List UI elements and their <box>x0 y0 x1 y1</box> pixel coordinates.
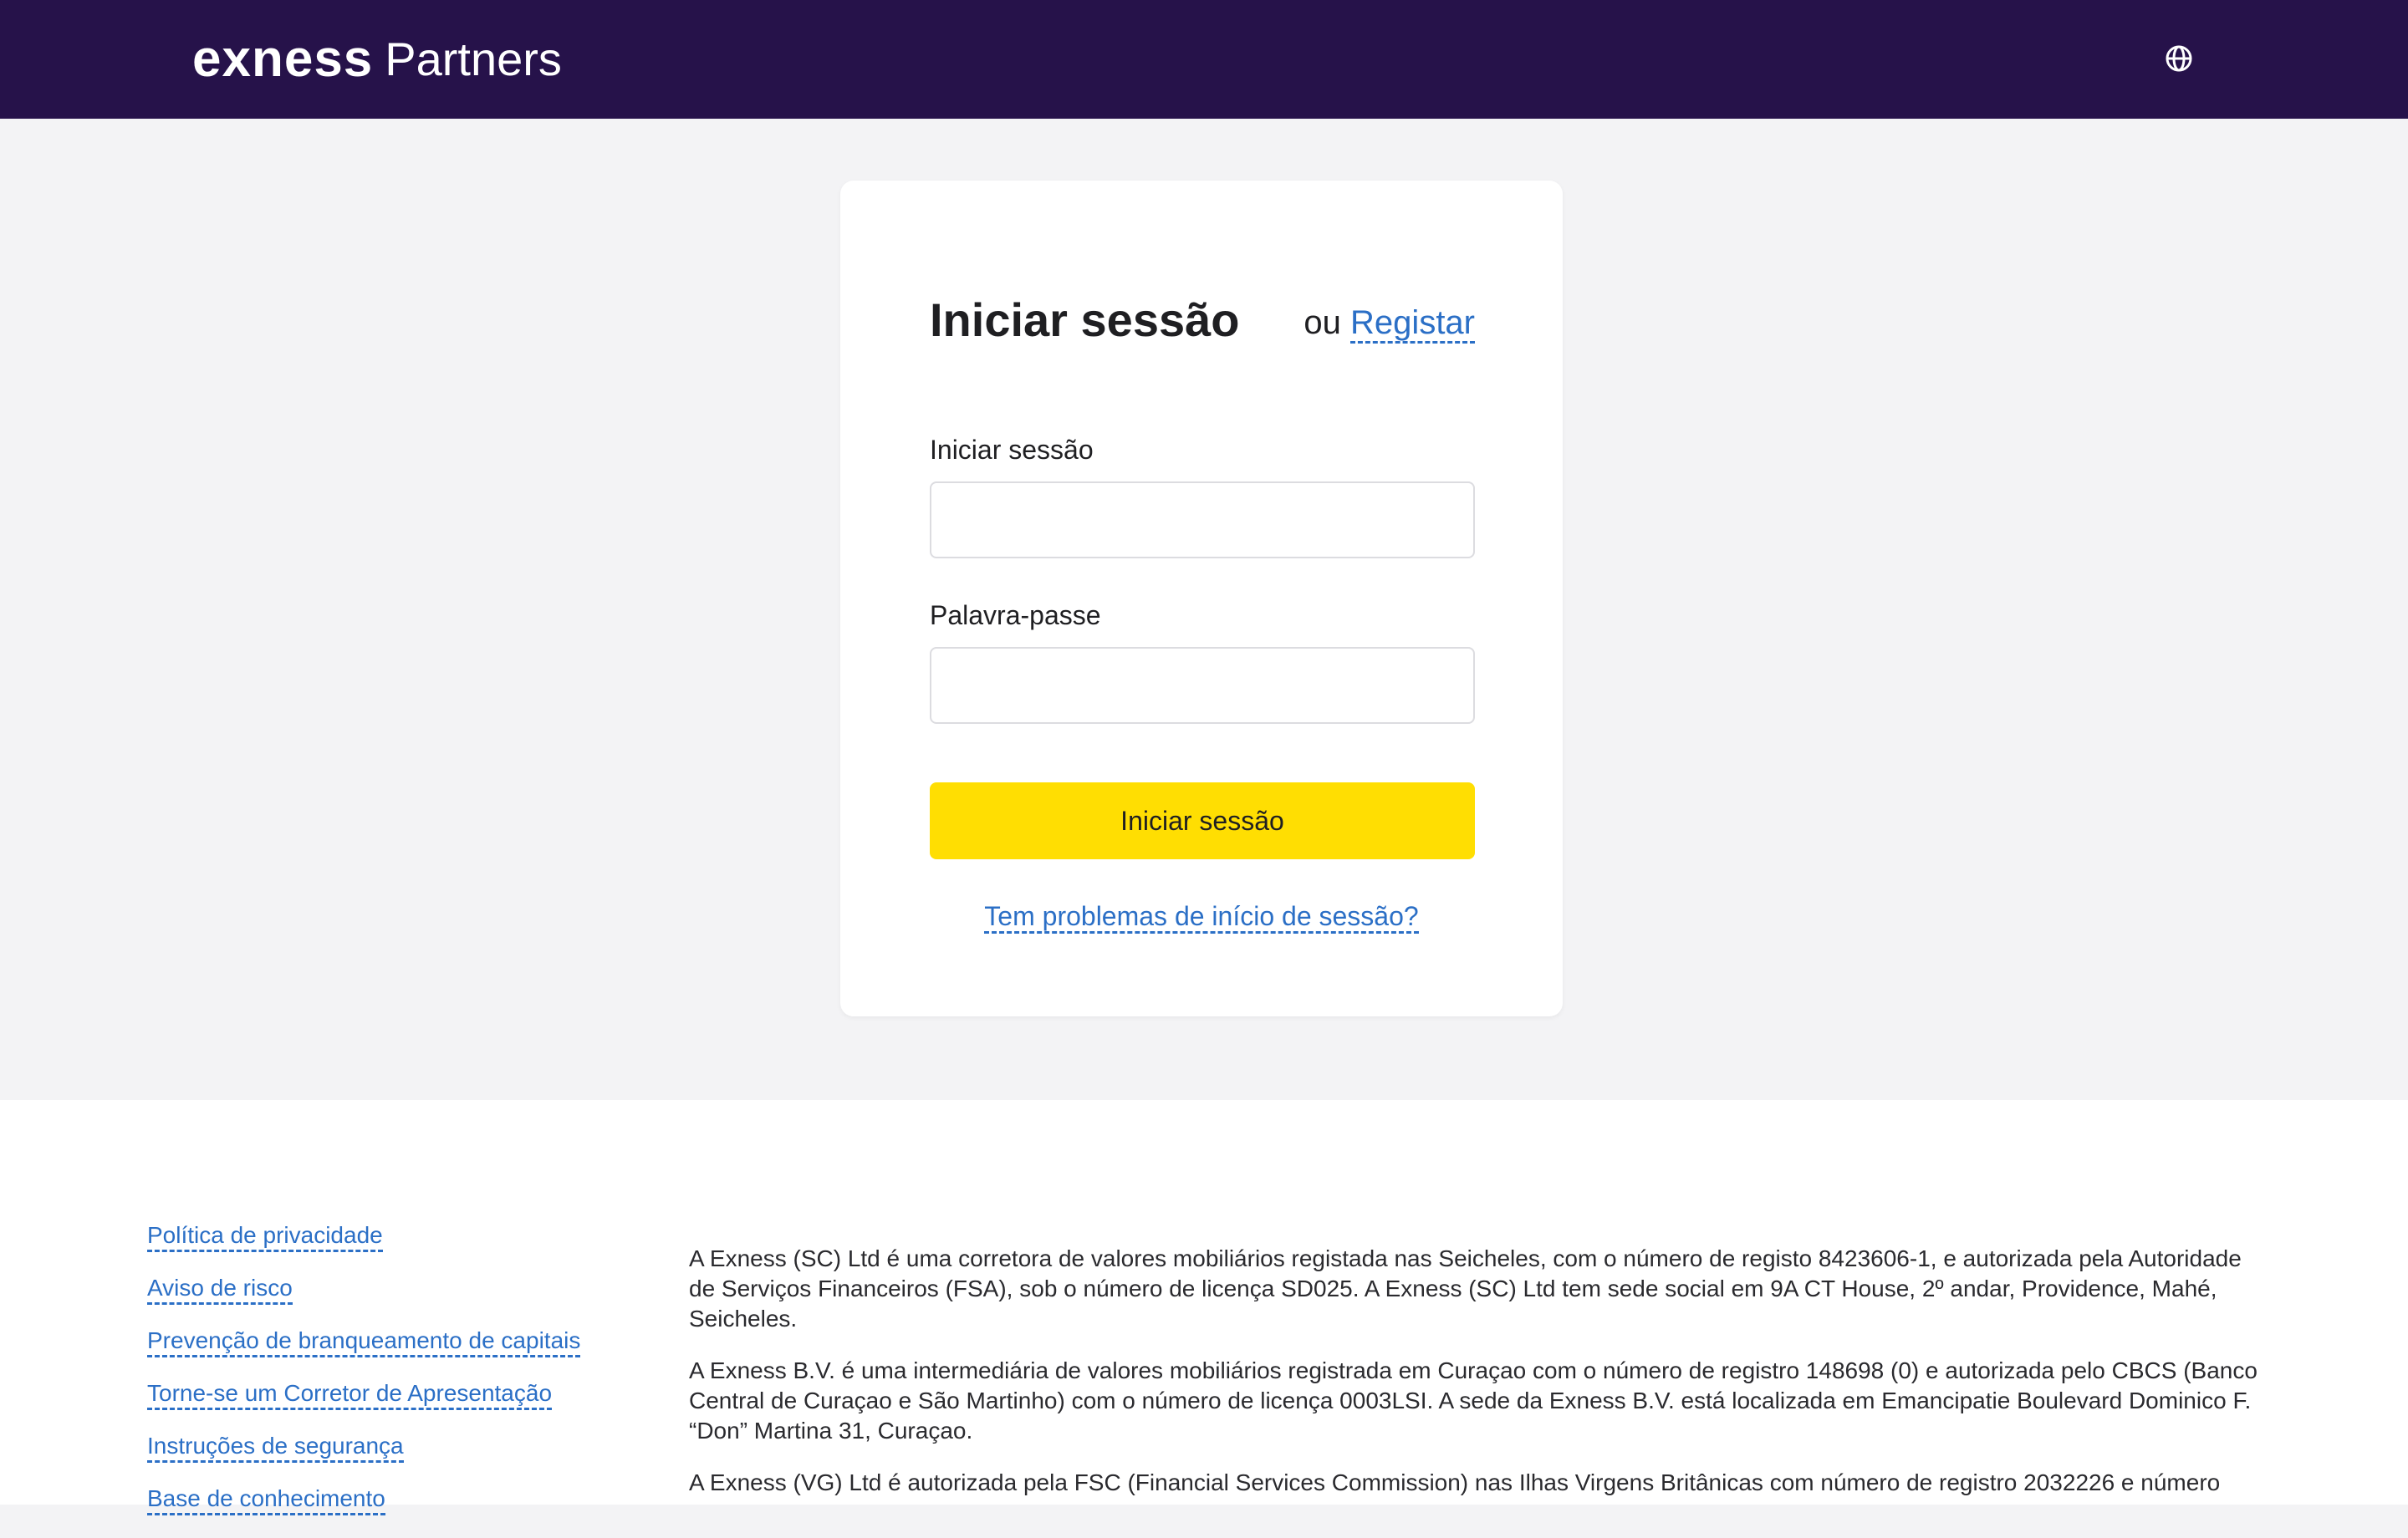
top-navigation-bar: exness Partners <box>0 0 2408 119</box>
logo-brand: exness <box>192 29 374 88</box>
footer-link-risk[interactable]: Aviso de risco <box>147 1275 649 1327</box>
legal-paragraph: A Exness (SC) Ltd é uma corretora de val… <box>689 1245 2242 1332</box>
login-card-header: Iniciar sessão ou Registar <box>930 289 1475 356</box>
register-prompt: ou Registar <box>1303 304 1475 344</box>
footer-link-introducing-broker[interactable]: Torne-se um Corretor de Apresentação <box>147 1380 649 1433</box>
footer-link-security[interactable]: Instruções de segurança <box>147 1433 649 1485</box>
footer-link-label: Política de privacidade <box>147 1222 383 1252</box>
legal-paragraph: A Exness B.V. é uma intermediária de val… <box>689 1357 2258 1444</box>
footer-link-label: Torne-se um Corretor de Apresentação <box>147 1380 553 1410</box>
footer-link-label: Base de conhecimento <box>147 1485 385 1515</box>
login-field[interactable] <box>930 481 1475 558</box>
footer-link-label: Prevenção de branqueamento de capitais <box>147 1327 581 1357</box>
footer-link-knowledge-base[interactable]: Base de conhecimento <box>147 1485 649 1538</box>
globe-icon <box>2166 45 2192 72</box>
footer: Política de privacidade Aviso de risco P… <box>0 1100 2408 1515</box>
login-field-label: Iniciar sessão <box>930 435 1094 465</box>
footer-link-label: Instruções de segurança <box>147 1433 404 1463</box>
trouble-login-link[interactable]: Tem problemas de início de sessão? <box>984 901 1419 934</box>
footer-link-label: Aviso de risco <box>147 1275 293 1305</box>
legal-paragraph: A Exness (VG) Ltd é autorizada pela FSC … <box>689 1469 2221 1495</box>
trouble-container: Tem problemas de início de sessão? <box>840 901 1563 934</box>
or-text: ou <box>1303 304 1341 341</box>
language-selector-button[interactable] <box>2162 42 2196 75</box>
login-card: Iniciar sessão ou Registar Iniciar sessã… <box>840 181 1563 1016</box>
footer-link-aml[interactable]: Prevenção de branqueamento de capitais <box>147 1327 649 1380</box>
login-submit-button[interactable]: Iniciar sessão <box>930 782 1475 859</box>
legal-disclaimer: A Exness (SC) Ltd é uma corretora de val… <box>689 1244 2261 1520</box>
logo-product: Partners <box>385 32 562 85</box>
footer-links: Política de privacidade Aviso de risco P… <box>147 1222 649 1538</box>
login-title: Iniciar sessão <box>930 293 1240 346</box>
password-field[interactable] <box>930 647 1475 724</box>
password-field-label: Palavra-passe <box>930 600 1101 630</box>
exness-partners-logo[interactable]: exness Partners <box>192 28 562 89</box>
main-content: Iniciar sessão ou Registar Iniciar sessã… <box>0 119 2408 1100</box>
register-link[interactable]: Registar <box>1350 304 1475 344</box>
footer-link-privacy[interactable]: Política de privacidade <box>147 1222 649 1275</box>
